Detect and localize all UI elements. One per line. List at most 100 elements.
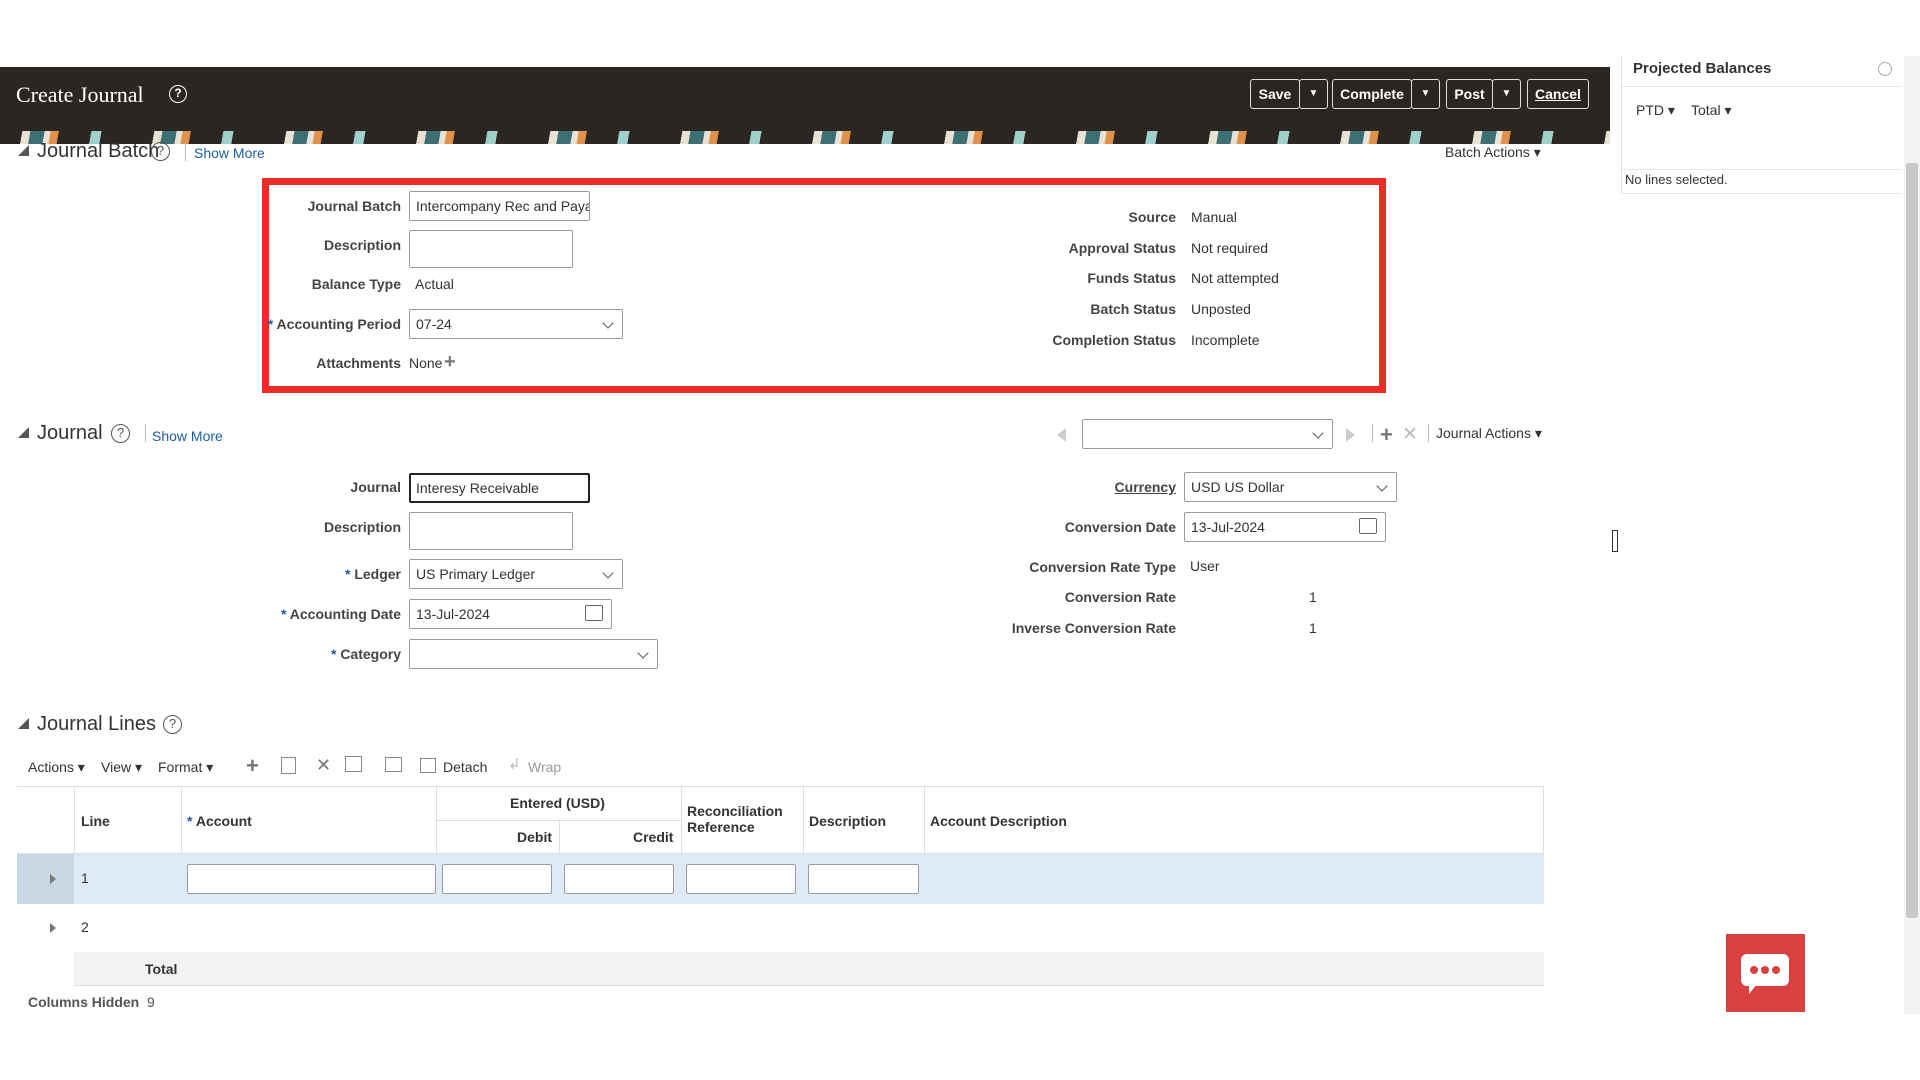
attachments-value: None	[409, 355, 443, 371]
debit-input[interactable]	[442, 864, 552, 894]
panel-splitter-handle[interactable]	[1612, 530, 1618, 552]
column-header-credit[interactable]: Credit	[633, 829, 673, 845]
batch-actions-menu[interactable]: Batch Actions ▾	[1445, 144, 1541, 161]
batch-show-more-link[interactable]: Show More	[194, 145, 265, 161]
actions-menu[interactable]: Actions ▾	[28, 759, 85, 776]
row-line-number: 2	[81, 919, 89, 935]
previous-journal-icon[interactable]	[1057, 428, 1066, 442]
view-menu[interactable]: View ▾	[101, 759, 142, 776]
ledger-select[interactable]: US Primary Ledger	[409, 559, 623, 589]
source-value: Manual	[1191, 209, 1237, 225]
required-marker: *	[280, 606, 287, 622]
save-menu-arrow-icon[interactable]: ▼	[1299, 79, 1328, 109]
journal-batch-input[interactable]: Intercompany Rec and Paya	[409, 191, 590, 221]
currency-label: Currency	[1114, 479, 1176, 495]
expand-row-icon[interactable]	[50, 923, 56, 933]
duplicate-row-icon[interactable]	[281, 757, 296, 774]
complete-menu-arrow-icon[interactable]: ▼	[1411, 79, 1440, 109]
post-menu-arrow-icon[interactable]: ▼	[1492, 79, 1521, 109]
lines-table: Line * Account Entered (USD) Debit Credi…	[17, 786, 1544, 986]
add-journal-icon[interactable]: +	[1380, 422, 1393, 448]
separator	[1372, 424, 1373, 442]
accounting-period-select[interactable]: 07-24	[409, 309, 623, 339]
lines-section-title: Journal Lines	[37, 713, 156, 735]
journal-show-more-link[interactable]: Show More	[152, 428, 223, 444]
add-row-icon[interactable]: +	[246, 753, 259, 779]
wrap-icon[interactable]: ↲	[508, 755, 521, 773]
column-header-account[interactable]: * Account	[187, 813, 252, 829]
row-selector[interactable]	[17, 854, 74, 904]
required-marker: *	[187, 813, 193, 829]
batch-status-value: Unposted	[1191, 301, 1251, 317]
calendar-icon[interactable]	[1359, 518, 1377, 534]
collapse-journal-icon[interactable]	[18, 427, 29, 438]
total-row-gutter	[17, 952, 74, 986]
journal-description-label: Description	[323, 519, 401, 535]
column-header-line[interactable]: Line	[81, 813, 110, 829]
currency-select[interactable]: USD US Dollar	[1184, 472, 1397, 502]
reconciliation-reference-input[interactable]	[686, 864, 796, 894]
cancel-button[interactable]: Cancel	[1527, 79, 1589, 109]
journal-name-input[interactable]: Interesy Receivable	[409, 473, 590, 503]
collapse-lines-icon[interactable]	[18, 718, 29, 729]
panel-divider	[1621, 193, 1901, 194]
total-label: Total	[145, 961, 178, 977]
batch-description-label: Description	[323, 237, 401, 253]
save-button[interactable]: Save	[1250, 79, 1300, 109]
table-row[interactable]: 2	[17, 904, 1544, 952]
wrap-button[interactable]: Wrap	[528, 759, 561, 775]
inverse-conversion-rate-label: Inverse Conversion Rate	[1011, 620, 1176, 636]
expand-row-icon[interactable]	[50, 874, 56, 884]
category-select[interactable]	[409, 639, 658, 669]
journal-selector[interactable]	[1082, 419, 1333, 449]
detach-icon[interactable]	[420, 758, 436, 773]
freeze-icon[interactable]	[385, 757, 402, 772]
refresh-icon[interactable]	[1878, 62, 1892, 76]
delete-row-icon[interactable]: ✕	[316, 755, 331, 776]
accounting-date-input[interactable]: 13-Jul-2024	[409, 599, 612, 629]
scrollbar-thumb[interactable]	[1906, 163, 1918, 918]
detach-button[interactable]: Detach	[443, 759, 487, 775]
delete-journal-icon[interactable]: ✕	[1402, 423, 1418, 446]
table-row[interactable]: 1	[17, 854, 1544, 904]
required-marker: *	[267, 316, 274, 332]
chevron-down-icon	[602, 567, 614, 579]
column-divider	[1543, 786, 1544, 854]
add-attachment-icon[interactable]: +	[444, 352, 456, 372]
journal-actions-menu[interactable]: Journal Actions ▾	[1436, 425, 1542, 442]
separator	[185, 143, 186, 161]
balance-type-value: Actual	[415, 276, 454, 292]
split-row-icon[interactable]	[345, 756, 362, 772]
complete-button[interactable]: Complete	[1332, 79, 1412, 109]
format-menu[interactable]: Format ▾	[158, 759, 213, 776]
journal-help-icon[interactable]: ?	[111, 424, 130, 443]
ptd-menu[interactable]: PTD ▾	[1636, 102, 1675, 119]
batch-description-textarea[interactable]	[409, 230, 573, 268]
page-help-icon[interactable]: ?	[169, 85, 187, 103]
conversion-rate-type-label: Conversion Rate Type	[1029, 559, 1176, 575]
chat-button[interactable]	[1726, 934, 1805, 1012]
page-title: Create Journal	[16, 82, 144, 107]
column-divider	[803, 786, 804, 854]
funds-status-label: Funds Status	[1087, 270, 1176, 286]
journal-description-textarea[interactable]	[409, 512, 573, 550]
batch-help-icon[interactable]: ?	[151, 142, 170, 161]
line-description-input[interactable]	[808, 864, 919, 894]
column-header-account-description[interactable]: Account Description	[930, 813, 1067, 829]
inverse-conversion-rate-value: 1	[1309, 620, 1317, 636]
conversion-date-input[interactable]: 13-Jul-2024	[1184, 512, 1386, 542]
next-journal-icon[interactable]	[1346, 428, 1355, 442]
post-button[interactable]: Post	[1446, 79, 1493, 109]
collapse-batch-icon[interactable]	[18, 145, 29, 156]
credit-input[interactable]	[564, 864, 674, 894]
calendar-icon[interactable]	[585, 605, 603, 621]
lines-help-icon[interactable]: ?	[163, 715, 182, 734]
batch-section-title: Journal Batch	[37, 140, 160, 162]
column-header-reconciliation-reference[interactable]: Reconciliation Reference	[687, 803, 797, 835]
account-input[interactable]	[187, 864, 436, 894]
total-menu[interactable]: Total ▾	[1691, 102, 1732, 119]
column-header-debit[interactable]: Debit	[517, 829, 552, 845]
conversion-rate-value: 1	[1309, 589, 1317, 605]
column-header-description[interactable]: Description	[809, 813, 886, 829]
columns-hidden-count: 9	[147, 994, 155, 1010]
